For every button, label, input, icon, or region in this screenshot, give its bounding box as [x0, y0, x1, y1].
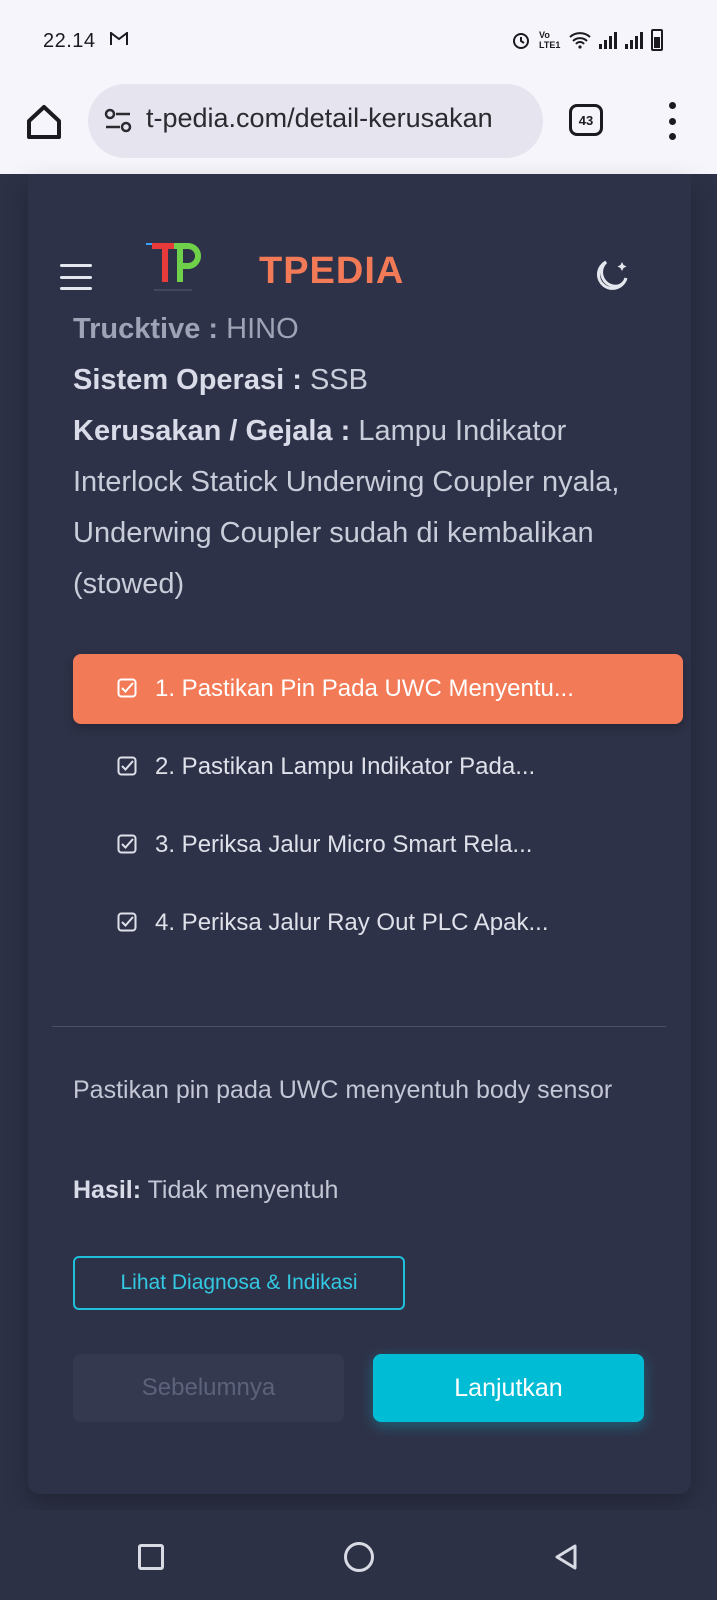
hamburger-menu-icon[interactable]: [60, 264, 92, 290]
alarm-icon: [513, 33, 529, 49]
sistem-label: Sistem Operasi :: [73, 364, 302, 396]
step-item-3[interactable]: 3. Periksa Jalur Micro Smart Rela...: [73, 810, 683, 880]
volte-label: Vo LTE1: [539, 30, 561, 50]
trucktive-value: HINO: [226, 313, 299, 345]
moon-stars-icon: [596, 260, 628, 290]
next-button[interactable]: Lanjutkan: [373, 1354, 644, 1422]
gmail-icon: [110, 31, 128, 51]
browser-toolbar: t-pedia.com/detail-kerusakan 43: [0, 82, 717, 174]
checkbox-icon: [117, 834, 137, 854]
home-button[interactable]: [24, 102, 64, 142]
theme-toggle-button[interactable]: [592, 256, 632, 296]
url-text: t-pedia.com/detail-kerusakan: [146, 103, 493, 133]
signal-icon-2: [625, 31, 643, 49]
step-result: Hasil: Tidak menyentuh: [73, 1176, 338, 1205]
step-item-2[interactable]: 2. Pastikan Lampu Indikator Pada...: [73, 732, 683, 802]
sistem-row: Sistem Operasi : SSB: [73, 355, 663, 406]
signal-icon: [599, 31, 617, 49]
step-description: Pastikan pin pada UWC menyentuh body sen…: [73, 1076, 613, 1104]
system-nav-bar: [0, 1510, 717, 1600]
back-button[interactable]: [551, 1542, 581, 1572]
step-item-1[interactable]: 1. Pastikan Pin Pada UWC Menyentu...: [73, 654, 683, 724]
checkbox-icon: [117, 678, 137, 698]
step-label: 1. Pastikan Pin Pada UWC Menyentu...: [155, 675, 574, 702]
kerusakan-label: Kerusakan / Gejala :: [73, 415, 351, 447]
home-icon: [27, 105, 61, 139]
checkbox-icon: [117, 912, 137, 932]
back-icon: [555, 1544, 577, 1570]
tab-switcher-button[interactable]: 43: [569, 104, 603, 136]
step-label: 2. Pastikan Lampu Indikator Pada...: [155, 753, 536, 780]
previous-button[interactable]: Sebelumnya: [73, 1354, 344, 1422]
step-label: 4. Periksa Jalur Ray Out PLC Apak...: [155, 909, 549, 936]
result-label: Hasil:: [73, 1176, 142, 1204]
wifi-icon: [569, 32, 591, 49]
recent-apps-button[interactable]: [138, 1544, 164, 1570]
truck-info: Trucktive : HINO Sistem Operasi : SSB Ke…: [73, 304, 663, 610]
battery-icon: [651, 29, 663, 51]
status-time: 22.14: [43, 30, 96, 52]
status-bar: 22.14 Vo LTE1: [0, 0, 717, 82]
sistem-value: SSB: [309, 364, 368, 396]
brand-name: TPEDIA: [259, 250, 405, 292]
trucktive-row: Trucktive : HINO: [73, 304, 663, 355]
step-item-4[interactable]: 4. Periksa Jalur Ray Out PLC Apak...: [73, 888, 683, 958]
status-icons: Vo LTE1: [511, 29, 663, 51]
tpedia-logo[interactable]: [144, 236, 208, 296]
kerusakan-row: Kerusakan / Gejala : Lampu Indikator Int…: [73, 406, 663, 610]
site-settings-icon[interactable]: [104, 108, 132, 134]
view-diagnosis-button[interactable]: Lihat Diagnosa & Indikasi: [73, 1256, 405, 1310]
section-divider: [52, 1026, 666, 1027]
browser-menu-button[interactable]: [664, 102, 680, 140]
result-value: Tidak menyentuh: [147, 1176, 339, 1204]
home-nav-button[interactable]: [344, 1542, 374, 1572]
checkbox-icon: [117, 756, 137, 776]
address-bar[interactable]: t-pedia.com/detail-kerusakan: [88, 84, 543, 158]
steps-list: 1. Pastikan Pin Pada UWC Menyentu... 2. …: [73, 654, 683, 966]
step-label: 3. Periksa Jalur Micro Smart Rela...: [155, 831, 533, 858]
trucktive-label: Trucktive :: [73, 313, 219, 345]
